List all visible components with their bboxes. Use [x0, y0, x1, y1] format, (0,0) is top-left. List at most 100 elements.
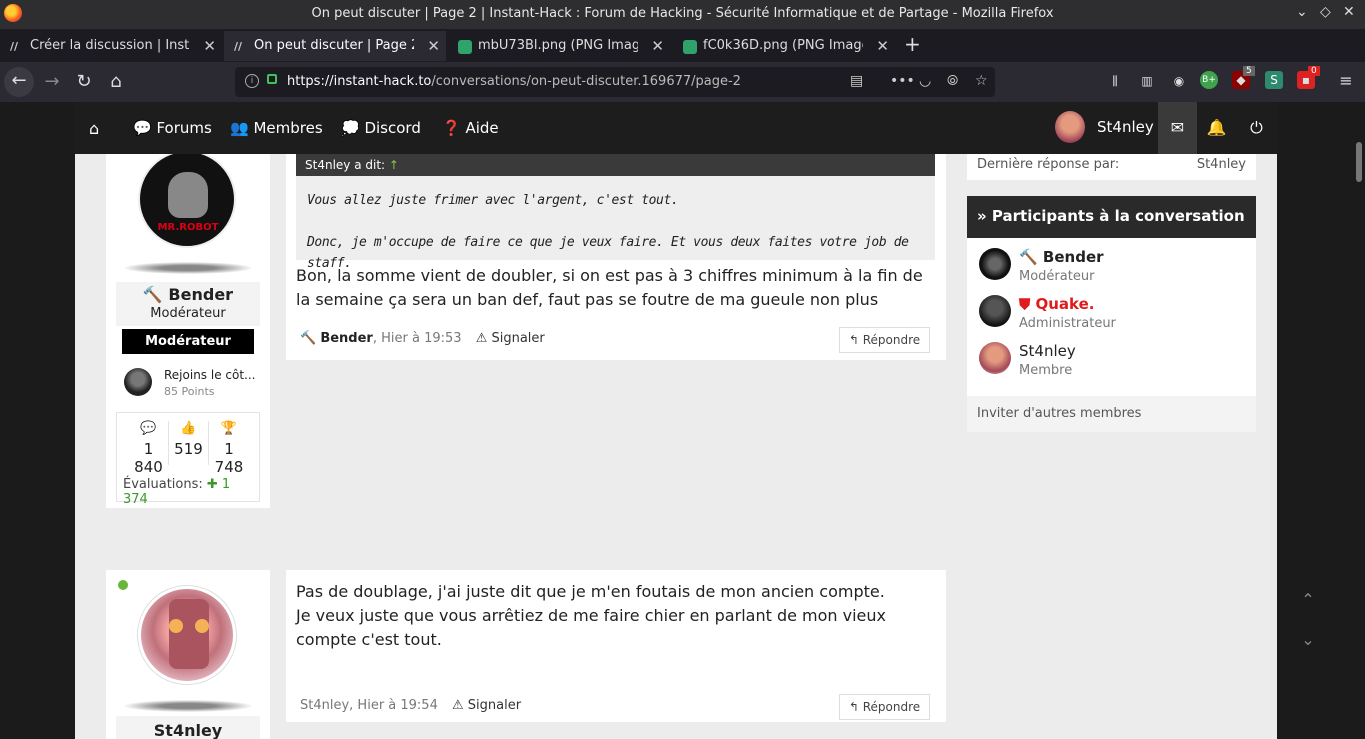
close-tab-icon[interactable]: ✕	[427, 37, 440, 55]
window-title: On peut discuter | Page 2 | Instant-Hack…	[311, 6, 1054, 21]
nav-username[interactable]: St4nley	[1097, 118, 1154, 136]
inbox-icon[interactable]: ✉	[1158, 102, 1197, 154]
pocket-icon[interactable]: ◡	[919, 73, 931, 89]
home-icon[interactable]: ⌂	[89, 119, 99, 138]
trophy-icon: 🏆	[220, 421, 238, 436]
participants-title: Participants à la conversation	[991, 207, 1245, 225]
ih-favicon-icon: //	[10, 40, 19, 53]
post1-userbox: MR.ROBOT 🔨 Bender Modérateur Modérateur …	[106, 150, 270, 508]
menu-hamburger-icon[interactable]: ≡	[1336, 71, 1356, 91]
robot-face-icon	[169, 599, 209, 669]
post1-time[interactable]: , Hier à 19:53	[373, 331, 462, 346]
participants-header: » Participants à la conversation	[967, 196, 1256, 238]
account-icon[interactable]: ◉	[1169, 71, 1189, 91]
report-link[interactable]: ⚠ Signaler	[452, 698, 521, 713]
bookmark-star-icon[interactable]: ☆	[975, 73, 988, 89]
nav-membres[interactable]: 👥 Membres	[230, 119, 323, 137]
minimize-icon[interactable]: ⌄	[1296, 4, 1308, 20]
bell-icon[interactable]: 🔔	[1197, 102, 1236, 154]
stat-likes-value: 519	[174, 440, 203, 458]
close-window-icon[interactable]: ✕	[1343, 4, 1355, 20]
url-host: https://instant-hack.to	[287, 74, 432, 89]
url-path: /conversations/on-peut-discuter.169677/p…	[431, 74, 741, 89]
close-tab-icon[interactable]: ✕	[651, 37, 664, 55]
reload-icon[interactable]: ↻	[70, 68, 98, 96]
nav-forums[interactable]: 💬 Forums	[133, 119, 212, 137]
post1-usertitle: Modérateur	[116, 304, 260, 326]
extension-s-icon[interactable]: S	[1265, 71, 1283, 89]
forward-arrow-icon[interactable]: →	[38, 68, 66, 96]
report-link[interactable]: ⚠ Signaler	[476, 331, 545, 346]
ublock-count-badge: 5	[1243, 66, 1255, 76]
info-icon[interactable]: i	[245, 74, 259, 88]
maximize-icon[interactable]: ◇	[1320, 4, 1331, 20]
rank-avatar	[124, 368, 152, 396]
post2-author-time[interactable]: St4nley, Hier à 19:54	[300, 698, 438, 713]
nav-aide-label: Aide	[465, 119, 499, 137]
post2-username[interactable]: St4nley	[116, 716, 260, 739]
nav-aide[interactable]: ❓ Aide	[442, 119, 499, 137]
shield-icon: ⛊	[1019, 295, 1031, 313]
participant-avatar	[979, 295, 1011, 327]
tab-strip: // Créer la discussion | Instan ✕ // On …	[0, 29, 1365, 62]
url-text[interactable]: https://instant-hack.to/conversations/on…	[287, 74, 741, 89]
post1-username-text: Bender	[168, 285, 234, 304]
ih-favicon-icon: //	[234, 40, 243, 53]
participant-role: Modérateur	[1019, 269, 1095, 284]
robot-eye-icon	[195, 619, 209, 633]
tab-label: On peut discuter | Page 2	[254, 38, 414, 53]
eval-label: Évaluations:	[123, 477, 203, 492]
tab-fc0k36d[interactable]: fC0k36D.png (PNG Image, ✕	[673, 31, 895, 61]
avatar-shadow	[124, 262, 252, 274]
reply-label: Répondre	[862, 333, 921, 347]
tab-label: fC0k36D.png (PNG Image,	[703, 38, 863, 53]
bender-avatar[interactable]: MR.ROBOT	[138, 150, 236, 248]
scroll-up-icon[interactable]: ⌃	[1290, 582, 1326, 618]
participant-name: ⛊ Quake.	[1019, 295, 1095, 313]
tab-creer-discussion[interactable]: // Créer la discussion | Instan ✕	[0, 31, 222, 61]
quote-jump-icon[interactable]: ↑	[389, 158, 399, 172]
close-tab-icon[interactable]: ✕	[203, 37, 216, 55]
participant-name: 🔨 Bender	[1019, 248, 1104, 266]
thumbs-up-icon: 👍	[180, 421, 197, 436]
tab-on-peut-discuter[interactable]: // On peut discuter | Page 2 ✕	[224, 31, 446, 61]
quote-line1: Vous allez juste frimer avec l'argent, c…	[307, 193, 679, 208]
user-avatar[interactable]	[1055, 111, 1085, 143]
scrollbar-thumb[interactable]	[1356, 142, 1362, 182]
scroll-down-icon[interactable]: ⌄	[1290, 622, 1326, 658]
online-indicator	[118, 580, 128, 590]
scrollbar-track[interactable]	[1353, 102, 1365, 739]
extension-b-icon[interactable]: B+	[1200, 71, 1218, 89]
nav-discord[interactable]: 💭 Discord	[341, 119, 421, 137]
close-tab-icon[interactable]: ✕	[876, 37, 889, 55]
st4nley-avatar[interactable]	[138, 586, 236, 684]
chat-bubble-icon: 💭	[341, 119, 360, 137]
participant-name-text: Bender	[1042, 248, 1104, 266]
page-actions-icon[interactable]: •••	[890, 73, 915, 89]
participant-avatar	[979, 342, 1011, 374]
last-reply-user[interactable]: St4nley	[1197, 157, 1246, 172]
reader-view-icon[interactable]: ▤	[850, 73, 863, 89]
invite-members-link[interactable]: Inviter d'autres membres	[967, 396, 1256, 432]
robot-eye-icon	[169, 619, 183, 633]
fingerprint-icon[interactable]: ⦾	[947, 73, 958, 89]
reply-button[interactable]: ↰ Répondre	[839, 694, 930, 720]
library-icon[interactable]: ⫼	[1105, 71, 1125, 91]
power-icon[interactable]: ⏻	[1237, 102, 1276, 154]
post1-username[interactable]: 🔨 Bender	[116, 282, 260, 304]
participant-name: St4nley	[1019, 342, 1076, 360]
new-tab-icon[interactable]: +	[904, 32, 921, 56]
back-arrow-icon[interactable]: ←	[4, 67, 34, 97]
user-rank[interactable]: Rejoins le côt...	[164, 368, 255, 382]
reply-button[interactable]: ↰ Répondre	[839, 327, 930, 353]
red-count-badge: 0	[1308, 66, 1320, 76]
tab-mbu73bl[interactable]: mbU73Bl.png (PNG Image ✕	[448, 31, 670, 61]
window-titlebar: On peut discuter | Page 2 | Instant-Hack…	[0, 0, 1365, 29]
post1-author[interactable]: Bender	[320, 331, 373, 346]
url-bar[interactable]: i https://instant-hack.to/conversations/…	[235, 67, 995, 97]
participant-role: Administrateur	[1019, 316, 1116, 331]
home-icon[interactable]: ⌂	[102, 68, 130, 96]
moderator-badge: Modérateur	[122, 329, 254, 354]
quote-header: St4nley a dit: ↑	[296, 154, 935, 176]
sidebar-icon[interactable]: ▥	[1137, 71, 1157, 91]
